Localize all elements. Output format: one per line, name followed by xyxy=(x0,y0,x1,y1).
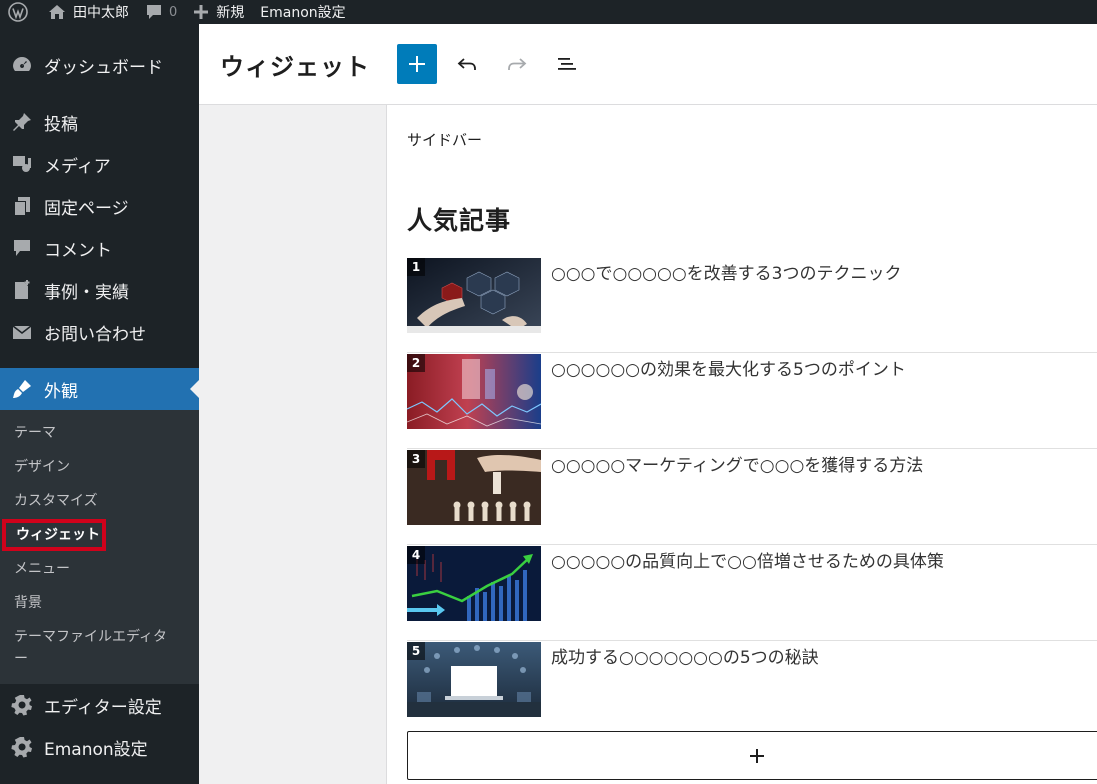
comment-bubble-icon xyxy=(145,3,163,21)
paintbrush-icon xyxy=(10,377,34,401)
redo-icon xyxy=(508,58,527,70)
emanon-settings-label: Emanon設定 xyxy=(260,5,346,21)
site-name-label: 田中太郎 xyxy=(73,5,129,21)
post-title[interactable]: ○○○○○の品質向上で○○倍増させるための具体策 xyxy=(551,547,944,572)
submenu-item-themes[interactable]: テーマ xyxy=(0,416,199,450)
widget-area-label[interactable]: サイドバー xyxy=(407,129,482,150)
post-thumbnail: 4 xyxy=(407,546,541,621)
list-item[interactable]: 3 ○○○○○マーケティングで○○○を獲得する方法 xyxy=(407,449,1097,545)
sidebar-item-contact[interactable]: お問い合わせ xyxy=(0,311,199,353)
document-icon xyxy=(10,278,34,302)
editor-header: ウィジェット xyxy=(199,24,1097,105)
sidebar-item-media[interactable]: メディア xyxy=(0,143,199,185)
comment-icon xyxy=(10,236,34,260)
mail-icon xyxy=(10,320,34,344)
list-view-icon xyxy=(558,58,576,70)
add-block-button[interactable] xyxy=(397,44,437,84)
rank-badge: 5 xyxy=(407,642,425,660)
sidebar-item-label: 外観 xyxy=(44,381,78,402)
wordpress-logo-icon[interactable] xyxy=(0,0,40,24)
submenu-item-widgets[interactable]: ウィジェット xyxy=(0,518,199,552)
list-view-button[interactable] xyxy=(547,44,587,84)
gear-icon xyxy=(10,693,34,717)
submenu-item-design[interactable]: デザイン xyxy=(0,450,199,484)
widget-canvas: サイドバー 人気記事 1 ○○○で○○○○○を改善する3つのテクニック 2 ○○… xyxy=(386,105,1097,784)
sidebar-item-posts[interactable]: 投稿 xyxy=(0,101,199,143)
sidebar-item-label: Emanon設定 xyxy=(44,739,148,760)
page-title: ウィジェット xyxy=(220,52,370,81)
post-thumbnail: 2 xyxy=(407,354,541,429)
sidebar-item-label: エディター設定 xyxy=(44,697,162,718)
new-content-link[interactable]: 新規 xyxy=(185,0,252,24)
widget-title[interactable]: 人気記事 xyxy=(407,201,511,237)
sidebar-item-label: コメント xyxy=(44,240,112,261)
page-icon xyxy=(10,194,34,218)
media-icon xyxy=(10,152,34,176)
pin-icon xyxy=(10,110,34,134)
submenu-item-background[interactable]: 背景 xyxy=(0,586,199,620)
admin-bar: 田中太郎 0 新規 Emanon設定 xyxy=(0,0,1097,24)
sidebar-item-pages[interactable]: 固定ページ xyxy=(0,185,199,227)
emanon-settings-link[interactable]: Emanon設定 xyxy=(252,0,353,24)
sidebar-item-comments[interactable]: コメント xyxy=(0,227,199,269)
rank-badge: 2 xyxy=(407,354,425,372)
post-thumbnail: 1 xyxy=(407,258,541,333)
new-label: 新規 xyxy=(216,5,245,21)
redo-button[interactable] xyxy=(497,44,537,84)
plus-icon xyxy=(193,4,209,20)
post-title[interactable]: 成功する○○○○○○○の5つの秘訣 xyxy=(551,643,819,668)
sidebar-item-label: 事例・実績 xyxy=(44,282,129,303)
home-icon xyxy=(48,4,66,20)
admin-sidebar: ダッシュボード 投稿 メディア 固定ページ コメント 事例・実績 お問い合わせ … xyxy=(0,24,199,784)
sidebar-item-label: お問い合わせ xyxy=(44,324,146,345)
post-thumbnail: 5 xyxy=(407,642,541,717)
gear-icon xyxy=(10,735,34,759)
post-title[interactable]: ○○○○○マーケティングで○○○を獲得する方法 xyxy=(551,451,923,476)
list-item[interactable]: 1 ○○○で○○○○○を改善する3つのテクニック xyxy=(407,257,1097,353)
rank-badge: 4 xyxy=(407,546,425,564)
post-title[interactable]: ○○○で○○○○○を改善する3つのテクニック xyxy=(551,259,901,284)
sidebar-item-dashboard[interactable]: ダッシュボード xyxy=(0,44,199,86)
comments-count: 0 xyxy=(169,4,178,20)
list-item[interactable]: 4 ○○○○○の品質向上で○○倍増させるための具体策 xyxy=(407,545,1097,641)
submenu-item-customize[interactable]: カスタマイズ xyxy=(0,484,199,518)
block-appender-button[interactable] xyxy=(407,731,1097,780)
list-item[interactable]: 2 ○○○○○○の効果を最大化する5つのポイント xyxy=(407,353,1097,449)
highlight-box: ウィジェット xyxy=(2,519,106,551)
post-title[interactable]: ○○○○○○の効果を最大化する5つのポイント xyxy=(551,355,906,380)
popular-posts-list: 1 ○○○で○○○○○を改善する3つのテクニック 2 ○○○○○○の効果を最大化… xyxy=(407,257,1097,737)
plus-icon xyxy=(750,748,764,763)
rank-badge: 1 xyxy=(407,258,425,276)
sidebar-item-cases[interactable]: 事例・実績 xyxy=(0,269,199,311)
sidebar-item-label: 固定ページ xyxy=(44,198,129,219)
dashboard-icon xyxy=(10,53,34,77)
submenu-item-menus[interactable]: メニュー xyxy=(0,552,199,586)
plus-icon xyxy=(409,56,425,72)
list-item[interactable]: 5 成功する○○○○○○○の5つの秘訣 xyxy=(407,641,1097,737)
appearance-submenu: テーマ デザイン カスタマイズ ウィジェット メニュー 背景 テーマファイルエデ… xyxy=(0,410,199,684)
post-thumbnail: 3 xyxy=(407,450,541,525)
sidebar-item-label: メディア xyxy=(44,156,111,177)
undo-icon xyxy=(457,58,476,70)
undo-button[interactable] xyxy=(447,44,487,84)
rank-badge: 3 xyxy=(407,450,425,468)
sidebar-item-emanon-settings[interactable]: Emanon設定 xyxy=(0,726,199,768)
sidebar-item-label: ダッシュボード xyxy=(44,57,163,78)
site-name-link[interactable]: 田中太郎 xyxy=(40,0,137,24)
submenu-item-theme-file-editor[interactable]: テーマファイルエディター xyxy=(0,620,185,676)
comments-link[interactable]: 0 xyxy=(137,0,185,24)
sidebar-item-appearance[interactable]: 外観 xyxy=(0,368,199,410)
sidebar-item-editor-settings[interactable]: エディター設定 xyxy=(0,684,199,726)
sidebar-item-label: 投稿 xyxy=(44,114,78,135)
